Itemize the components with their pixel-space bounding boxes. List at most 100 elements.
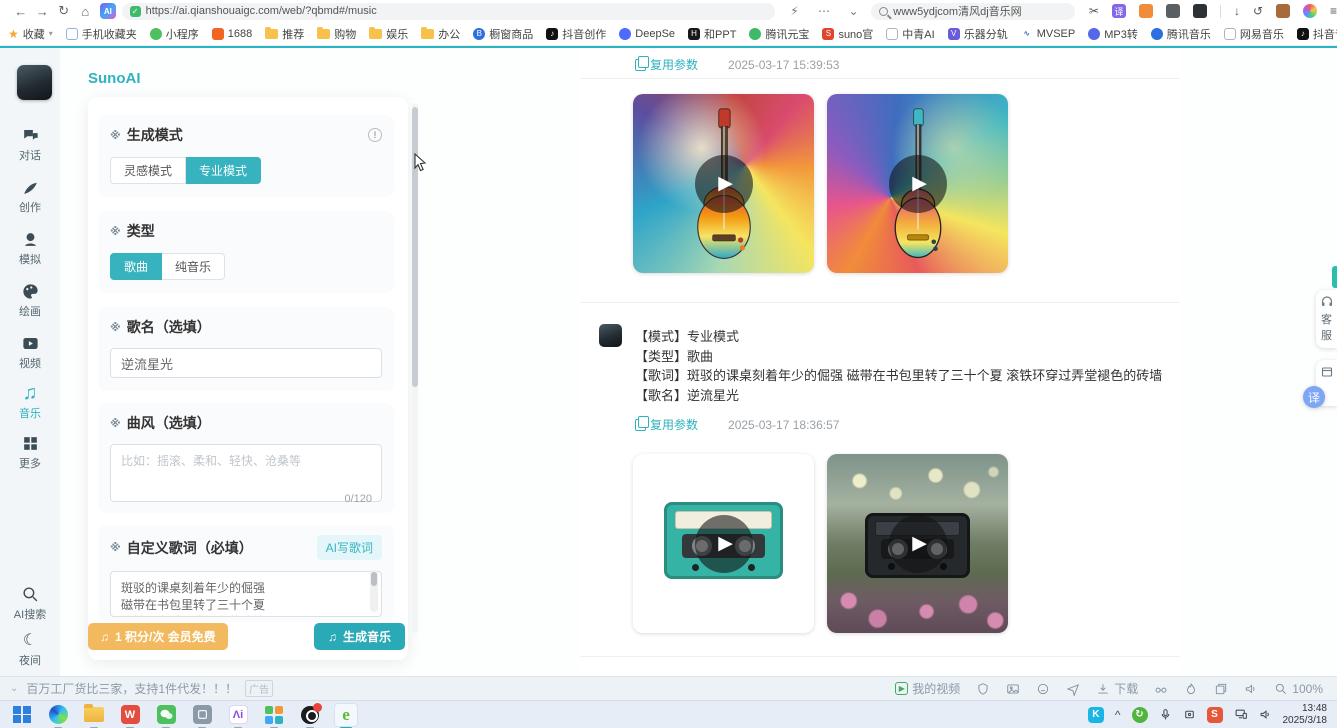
reuse-params-link[interactable]: 复用参数 <box>635 416 698 433</box>
bookmark-douyin-music[interactable]: ♪抖音音乐 <box>1297 26 1337 42</box>
address-bar[interactable]: ✓ https://ai.qianshouaigc.com/web/?qbmd#… <box>122 3 775 20</box>
bookmark-folder-fun[interactable]: 娱乐 <box>369 26 408 42</box>
back-icon[interactable]: ← <box>10 4 32 19</box>
flame-icon[interactable] <box>1184 682 1198 696</box>
sidebar-item-draw[interactable]: 绘画 <box>0 281 60 319</box>
speaker-icon[interactable] <box>1244 682 1258 696</box>
ad-text[interactable]: 百万工厂货比三家，支持1件代发！！！ <box>26 680 237 697</box>
song-cover-2[interactable]: ▶ <box>827 94 1008 273</box>
bookmark-tencent-music[interactable]: 腾讯音乐 <box>1151 26 1211 42</box>
song-cover-1[interactable]: ▶ <box>633 94 814 273</box>
smiley-icon[interactable] <box>1036 682 1050 696</box>
briefcase-icon[interactable] <box>1276 4 1290 18</box>
song-name-input[interactable] <box>110 348 382 378</box>
taskbar-screenshot-tool[interactable] <box>190 703 214 727</box>
tray-expand-icon[interactable]: ^ <box>1115 708 1121 722</box>
play-button[interactable]: ▶ <box>889 515 947 573</box>
credit-cost-button[interactable]: ♫ 1 积分/次 会员免费 <box>88 623 228 650</box>
bookmark-hppt[interactable]: H和PPT <box>688 26 736 42</box>
translate-icon[interactable]: 译 <box>1112 4 1126 18</box>
forward-icon[interactable]: → <box>32 4 54 19</box>
bookmark-suno[interactable]: Ssuno官 <box>822 26 873 42</box>
game-center-icon[interactable] <box>1139 4 1153 18</box>
play-button[interactable]: ▶ <box>695 515 753 573</box>
scrollbar-thumb[interactable] <box>412 107 418 387</box>
menu-icon[interactable]: ≡ <box>1330 4 1337 18</box>
bookmark-shop-window[interactable]: B橱窗商品 <box>473 26 533 42</box>
bookmark-phone-favs[interactable]: 手机收藏夹 <box>66 26 137 42</box>
mode-professional-button[interactable]: 专业模式 <box>186 157 261 184</box>
user-avatar[interactable] <box>17 65 52 100</box>
sidebar-item-night-mode[interactable]: ☾ 夜间 <box>0 630 60 668</box>
screenshot-scissors-icon[interactable]: ✂ <box>1089 4 1099 18</box>
tray-green-app-icon[interactable]: ↻ <box>1132 707 1148 723</box>
glasses-icon[interactable] <box>1154 682 1168 696</box>
sidebar-item-simulate[interactable]: 模拟 <box>0 229 60 267</box>
start-button[interactable] <box>10 703 34 727</box>
play-button[interactable]: ▶ <box>695 155 753 213</box>
taskbar-360-browser-active[interactable]: e <box>334 703 358 727</box>
chevron-down-icon[interactable]: ⌄ <box>844 4 864 18</box>
undo-icon[interactable]: ↺ <box>1253 4 1263 18</box>
bookmark-deepseek[interactable]: DeepSe <box>619 28 675 40</box>
sidebar-item-more[interactable]: 更多 <box>0 433 60 471</box>
my-videos-button[interactable]: ▶ 我的视频 <box>895 680 960 697</box>
taskbar-clock[interactable]: 13:48 2025/3/18 <box>1283 703 1328 727</box>
bookmark-netease-music[interactable]: 网易音乐 <box>1224 26 1284 42</box>
sidebar-item-create[interactable]: 创作 <box>0 177 60 215</box>
page-zoom-control[interactable]: 100% <box>1274 682 1323 696</box>
theme-ball-icon[interactable] <box>1303 4 1317 18</box>
taskbar-obs[interactable] <box>298 703 322 727</box>
extension-icon[interactable] <box>1193 4 1207 18</box>
mode-inspiration-button[interactable]: 灵感模式 <box>110 157 186 184</box>
lyrics-textarea[interactable]: 斑驳的课桌刻着年少的倔强 磁带在书包里转了三十个夏 滚铁环穿过弄堂褪色的砖墙 <box>110 571 382 617</box>
volume-icon[interactable] <box>1259 708 1272 721</box>
taskbar-ai-app[interactable]: Λi <box>226 703 250 727</box>
type-song-button[interactable]: 歌曲 <box>110 253 162 280</box>
customer-service-widget[interactable]: 客 服 <box>1316 290 1337 348</box>
bookmark-douyin-create[interactable]: ♪抖音创作 <box>546 26 606 42</box>
play-button[interactable]: ▶ <box>889 155 947 213</box>
bookmark-folder-recommend[interactable]: 推荐 <box>265 26 304 42</box>
image-icon[interactable] <box>1006 682 1020 696</box>
collapse-chevron-icon[interactable]: ⌄ <box>10 683 18 694</box>
type-instrumental-button[interactable]: 纯音乐 <box>162 253 225 280</box>
bookmark-mp3[interactable]: MP3转 <box>1088 26 1138 42</box>
song-cover-4[interactable]: ▶ <box>827 454 1008 633</box>
song-cover-3[interactable]: ▶ <box>633 454 814 633</box>
bookmark-favorites[interactable]: ★ 收藏 ▾ <box>8 26 53 42</box>
bookmark-zhongqing-ai[interactable]: 中青AI <box>886 26 934 42</box>
browser-search-box[interactable]: www5ydjcom清风dj音乐网 <box>871 3 1075 20</box>
style-textarea[interactable] <box>110 444 382 502</box>
taskbar-wps[interactable]: W <box>118 703 142 727</box>
sidebar-item-music[interactable]: ♫ 音乐 <box>0 383 60 421</box>
remote-control-icon[interactable] <box>1183 708 1196 721</box>
translate-bubble-icon[interactable]: 译 <box>1303 386 1325 408</box>
bookmark-miniprogram[interactable]: 小程序 <box>150 26 199 42</box>
download-icon[interactable]: ↓ <box>1234 4 1240 18</box>
sidebar-item-chat[interactable]: 对话 <box>0 125 60 163</box>
shield-icon[interactable] <box>976 682 990 696</box>
bookmark-stem-split[interactable]: V乐器分轨 <box>948 26 1008 42</box>
side-tab-handle[interactable] <box>1332 266 1337 288</box>
network-icon[interactable] <box>1234 708 1248 721</box>
refresh-icon[interactable]: ↻ <box>53 3 75 19</box>
ai-assistant-icon[interactable]: AI <box>100 3 116 19</box>
generate-music-button[interactable]: ♫ 生成音乐 <box>314 623 405 650</box>
scrollbar-thumb[interactable] <box>371 572 377 586</box>
sidebar-item-ai-search[interactable]: AI搜索 <box>0 584 60 622</box>
window-icon[interactable] <box>1214 682 1228 696</box>
sogou-input-icon[interactable]: S <box>1207 707 1223 723</box>
microphone-icon[interactable] <box>1159 708 1172 721</box>
more-dots-icon[interactable]: ⋯ <box>814 4 834 18</box>
taskbar-app-grid[interactable] <box>262 703 286 727</box>
info-icon[interactable]: ! <box>368 128 382 142</box>
taskbar-edge[interactable] <box>46 703 70 727</box>
tray-k-app-icon[interactable]: K <box>1088 707 1104 723</box>
ai-write-lyrics-button[interactable]: AI写歌词 <box>317 535 382 560</box>
bookmark-yuanbao[interactable]: 腾讯元宝 <box>749 26 809 42</box>
send-icon[interactable] <box>1066 682 1080 696</box>
reading-mode-icon[interactable] <box>1166 4 1180 18</box>
panel-scrollbar[interactable] <box>412 103 418 633</box>
download-button[interactable]: 下载 <box>1096 680 1138 697</box>
